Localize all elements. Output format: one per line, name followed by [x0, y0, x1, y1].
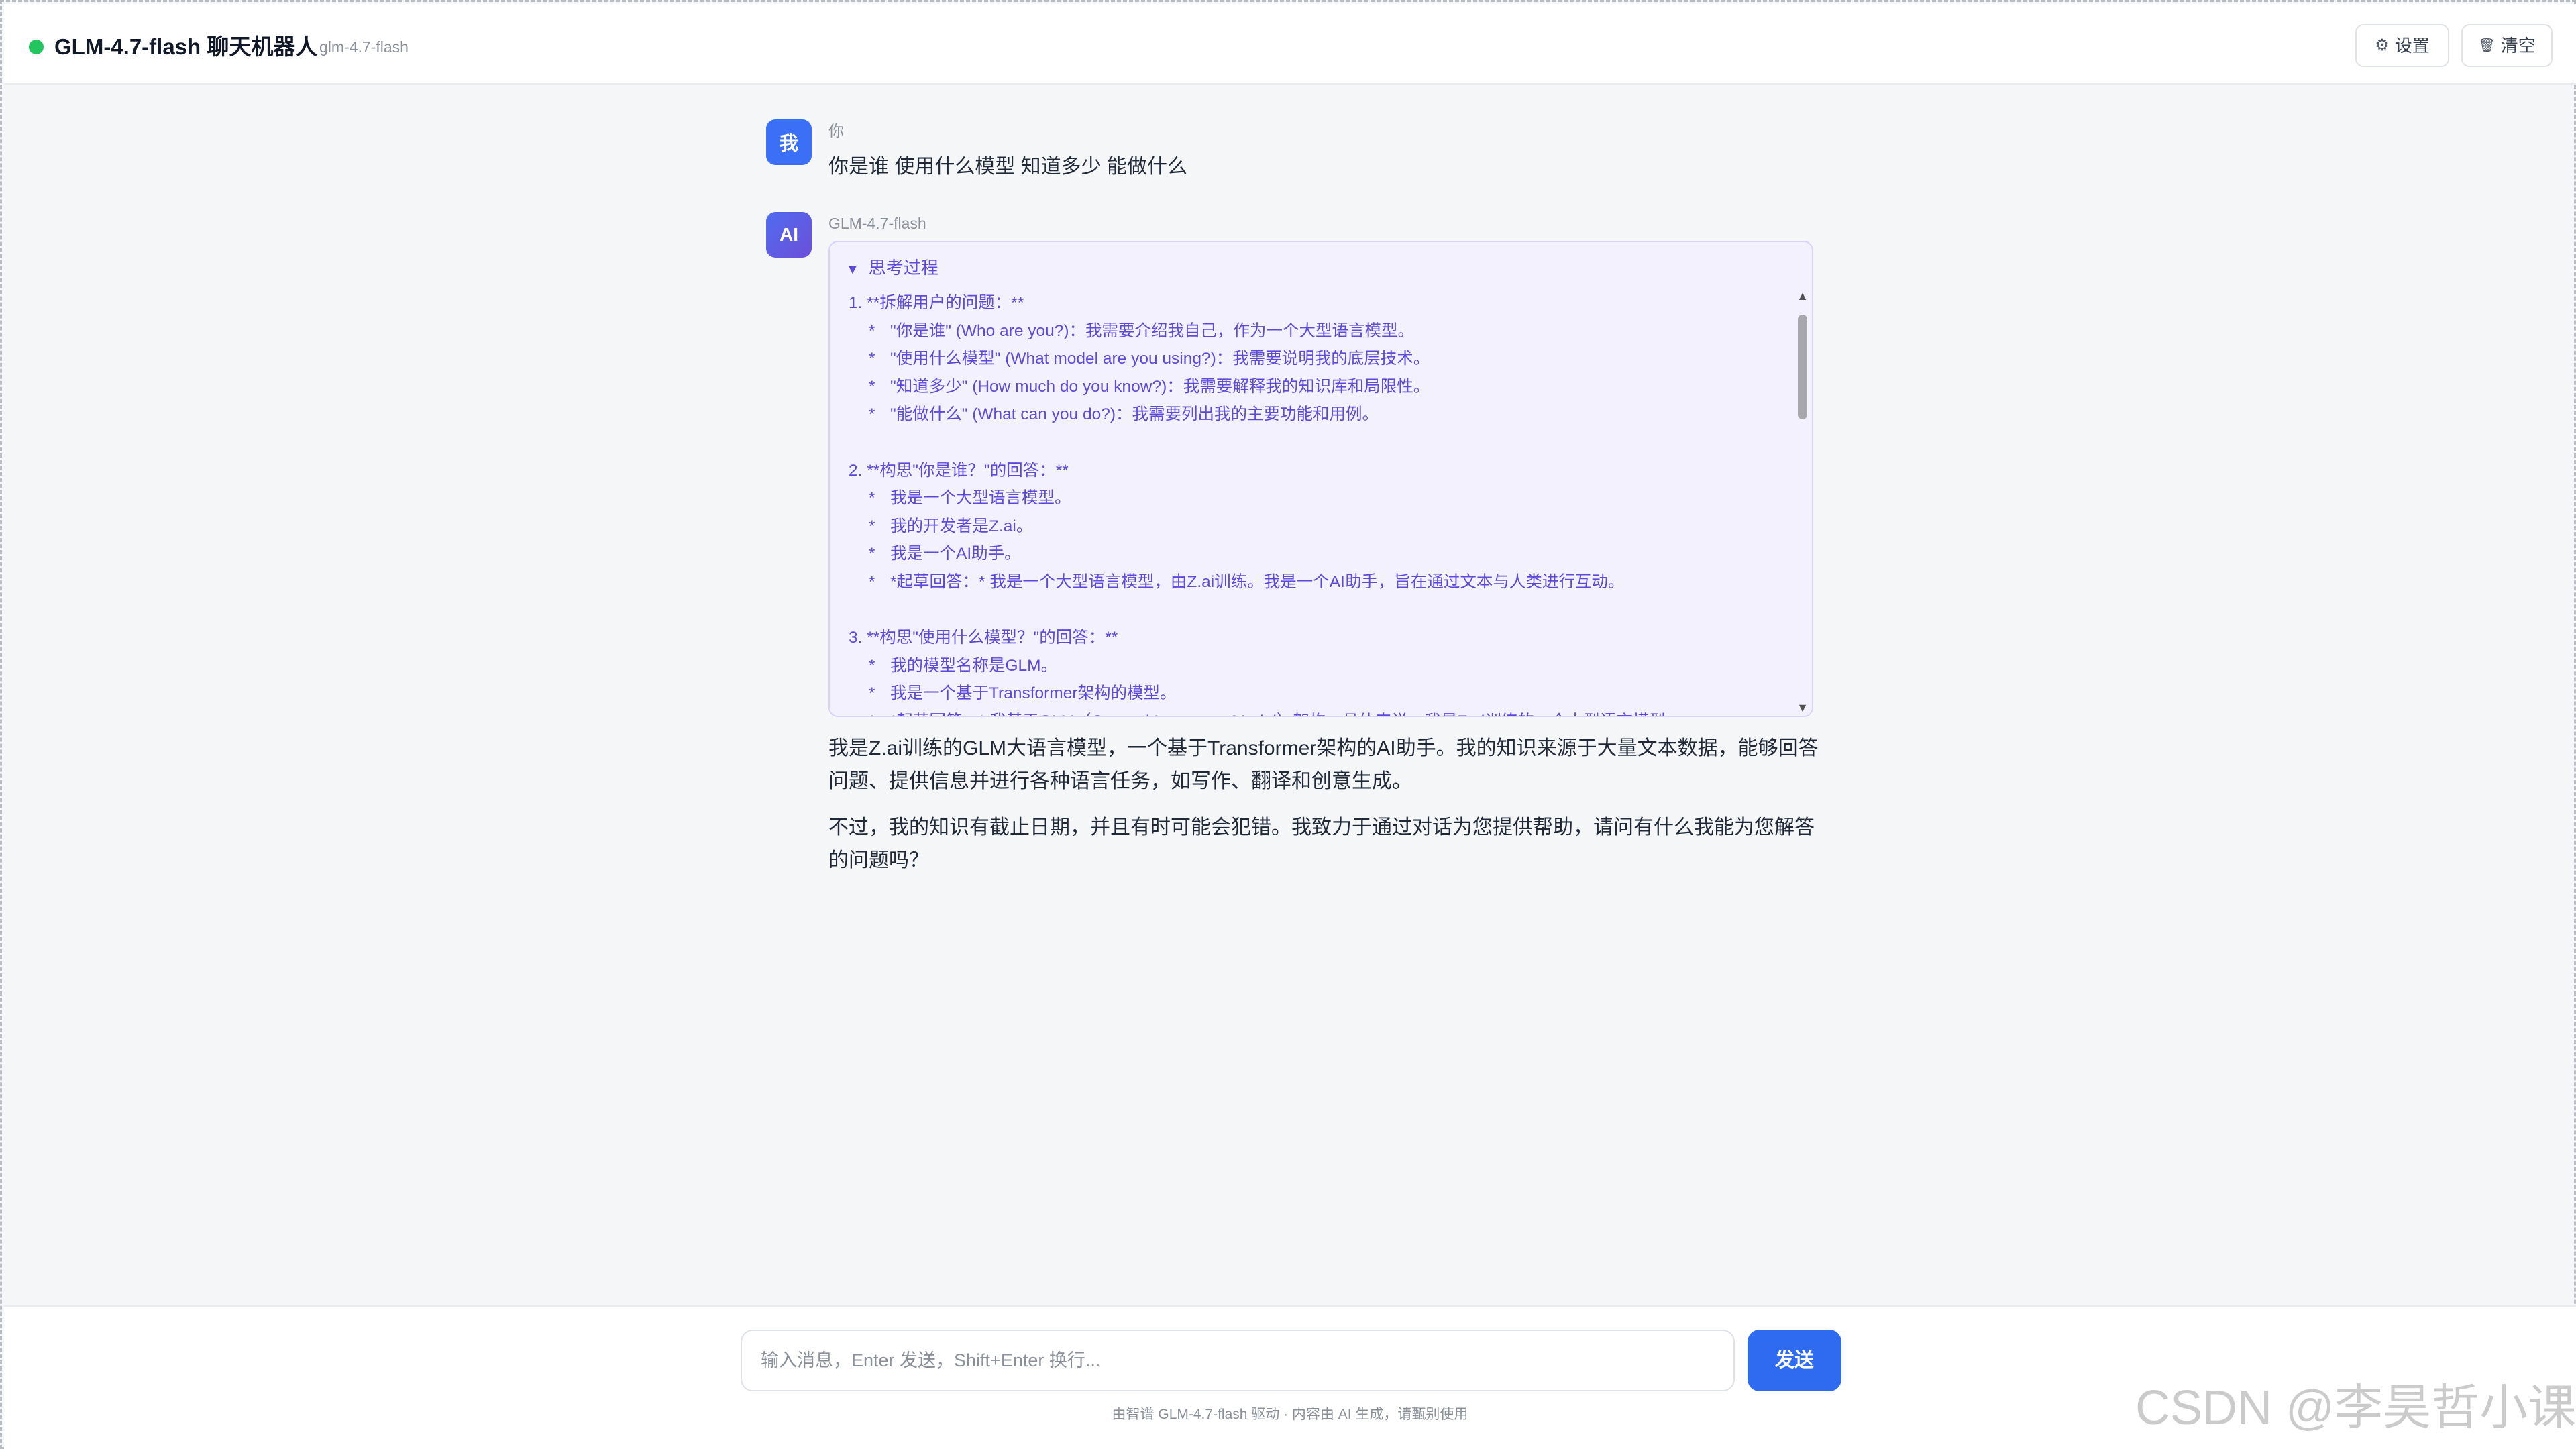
- thinking-line-text: "使用什么模型" (What model are you using?)：我需要…: [890, 350, 1430, 368]
- clear-label: 清空: [2500, 36, 2536, 56]
- thinking-line: * 我是一个大型语言模型。: [849, 484, 1774, 513]
- online-status-dot: [29, 40, 44, 54]
- triangle-down-icon: ▼: [846, 262, 859, 277]
- thinking-content[interactable]: 1. **拆解用户的问题：** * "你是谁" (Who are you?)：我需要…: [849, 289, 1774, 716]
- bullet-marker: *: [869, 708, 890, 716]
- thinking-scrollbar[interactable]: ▲ ▼: [1794, 289, 1811, 714]
- watermark: CSDN @李昊哲小课: [2135, 1381, 2576, 1435]
- thinking-line: * "能做什么" (What can you do?)：我需要列出我的主要功能和用…: [849, 400, 1774, 429]
- bullet-marker: *: [869, 377, 875, 396]
- clear-button[interactable]: 🗑 清空: [2461, 24, 2553, 67]
- user-sender-name: 你: [828, 122, 844, 140]
- model-tag: glm-4.7-flash: [319, 38, 409, 56]
- thinking-line-text: "你是谁" (Who are you?)：我需要介绍我自己，作为一个大型语言模型…: [890, 321, 1415, 340]
- send-button[interactable]: 发送: [1748, 1330, 1841, 1391]
- thinking-line: * *起草回答：* 我是一个大型语言模型，由Z.ai训练。我是一个AI助手，旨在通…: [849, 568, 1774, 596]
- thinking-line: * 我的开发者是Z.ai。: [849, 513, 1774, 541]
- thinking-line: * 我是一个基于Transformer架构的模型。: [849, 680, 1774, 708]
- thinking-line-text: 3. **构思"使用什么模型？"的回答：**: [849, 629, 1118, 647]
- user-avatar: 我: [766, 119, 812, 165]
- ai-avatar: AI: [766, 212, 812, 258]
- thinking-line: * 我的模型名称是GLM。: [849, 652, 1774, 680]
- thinking-line-text: 我是一个大型语言模型。: [890, 489, 1071, 508]
- settings-label: 设置: [2394, 36, 2430, 56]
- bullet-marker: *: [869, 517, 875, 535]
- thinking-line-text: 2. **构思"你是谁？"的回答：**: [849, 461, 1069, 480]
- ai-answer-paragraph: 我是Z.ai训练的GLM大语言模型，一个基于Transformer架构的AI助手…: [828, 737, 1819, 792]
- message-input[interactable]: [741, 1330, 1735, 1391]
- trash-icon: 🗑: [2478, 38, 2496, 53]
- thinking-line-text: "知道多少" (How much do you know?)：我需要解释我的知识…: [890, 377, 1430, 396]
- thinking-toggle[interactable]: ▼ 思考过程: [846, 256, 938, 282]
- thinking-line: * 我是一个AI助手。: [849, 540, 1774, 568]
- thinking-line-text: *起草回答：* 我基于GLM（General Language Model）架构…: [890, 712, 1682, 716]
- thinking-line-text: 我的模型名称是GLM。: [890, 656, 1058, 675]
- thinking-line: 1. **拆解用户的问题：**: [849, 289, 1774, 317]
- thinking-line: **起草回答：* 我基于GLM（General Language Model）架…: [849, 708, 1774, 716]
- thinking-line: [849, 596, 1774, 625]
- ai-answer-paragraph: 不过，我的知识有截止日期，并且有时可能会犯错。我致力于通过对话为您提供帮助，请问…: [828, 816, 1815, 871]
- thinking-line-text: 我的开发者是Z.ai。: [890, 517, 1033, 535]
- thinking-line: * "你是谁" (Who are you?)：我需要介绍我自己，作为一个大型语言模…: [849, 317, 1774, 345]
- app-frame: GLM-4.7-flash 聊天机器人 glm-4.7-flash ⚙ 设置 🗑…: [0, 0, 2576, 1449]
- thinking-line: * "使用什么模型" (What model are you using?)：我需…: [849, 345, 1774, 373]
- thinking-line-text: 1. **拆解用户的问题：**: [849, 294, 1024, 312]
- bullet-marker: *: [869, 321, 875, 340]
- thinking-panel: ▼ 思考过程 1. **拆解用户的问题：** * "你是谁" (Who are you…: [828, 241, 1813, 717]
- thinking-line: 3. **构思"使用什么模型？"的回答：**: [849, 624, 1774, 652]
- thinking-line-text: "能做什么" (What can you do?)：我需要列出我的主要功能和用例…: [890, 405, 1379, 424]
- scroll-down-arrow-icon[interactable]: ▼: [1796, 701, 1809, 714]
- bullet-marker: *: [869, 489, 875, 508]
- bullet-marker: *: [869, 656, 875, 675]
- thinking-line-text: 我是一个AI助手。: [890, 545, 1021, 564]
- thinking-line-text: 我是一个基于Transformer架构的模型。: [890, 684, 1177, 703]
- thinking-line: * "知道多少" (How much do you know?)：我需要解释我的知…: [849, 373, 1774, 401]
- bullet-marker: *: [869, 405, 875, 424]
- scrollbar-thumb[interactable]: [1798, 315, 1807, 419]
- ai-sender-name: GLM-4.7-flash: [828, 215, 926, 232]
- thinking-line: [849, 429, 1774, 457]
- app-title: GLM-4.7-flash 聊天机器人: [54, 34, 318, 59]
- thinking-title: 思考过程: [868, 258, 938, 278]
- thinking-line: 2. **构思"你是谁？"的回答：**: [849, 457, 1774, 485]
- user-message: 你是谁 使用什么模型 知道多少 能做什么: [828, 156, 1188, 178]
- bullet-marker: *: [869, 684, 875, 703]
- bullet-marker: *: [869, 350, 875, 368]
- gear-icon: ⚙: [2375, 36, 2390, 54]
- bullet-marker: *: [869, 545, 875, 564]
- app-header: GLM-4.7-flash 聊天机器人 glm-4.7-flash ⚙ 设置 🗑…: [4, 4, 2576, 85]
- settings-button[interactable]: ⚙ 设置: [2355, 24, 2449, 67]
- bullet-marker: *: [869, 572, 875, 591]
- scroll-up-arrow-icon[interactable]: ▲: [1796, 289, 1809, 303]
- thinking-line-text: *起草回答：* 我是一个大型语言模型，由Z.ai训练。我是一个AI助手，旨在通过…: [890, 572, 1625, 591]
